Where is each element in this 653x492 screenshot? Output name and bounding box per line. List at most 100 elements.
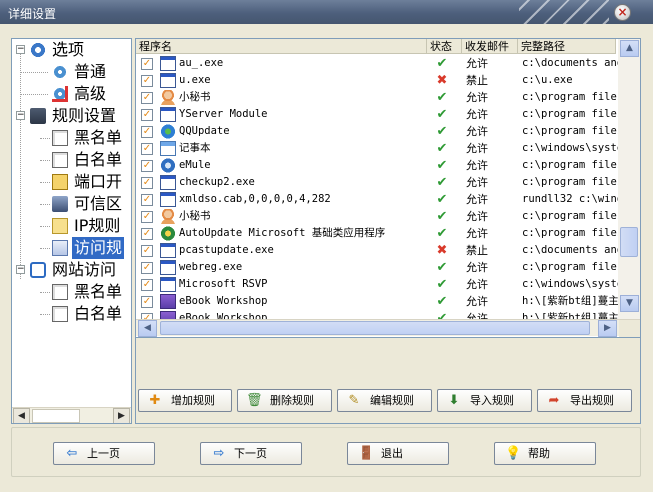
allow-check-icon[interactable]: ✔ xyxy=(435,259,449,276)
enable-checkbox[interactable]: ✓ xyxy=(141,126,153,138)
allow-check-icon[interactable]: ✔ xyxy=(435,140,449,157)
delete-rule-button[interactable]: 🗑 删除规则 xyxy=(237,389,332,412)
mail-permission: 允许 xyxy=(466,125,488,138)
emule-app-icon xyxy=(160,158,176,173)
allow-check-icon[interactable]: ✔ xyxy=(435,157,449,174)
table-row[interactable]: ✓ eBook Workshop ✔ 允许 h:\[紫新bt组]蔓主 xyxy=(136,293,618,310)
enable-checkbox[interactable]: ✓ xyxy=(141,211,153,223)
allow-check-icon[interactable]: ✔ xyxy=(435,106,449,123)
tree-node[interactable]: − 规则设置 xyxy=(12,105,131,127)
table-row[interactable]: ✓ checkup2.exe ✔ 允许 c:\program files xyxy=(136,174,618,191)
help-button[interactable]: 💡 帮助 xyxy=(494,442,596,465)
tree-node[interactable]: 白名单 xyxy=(12,149,131,171)
table-row[interactable]: ✓ au_.exe ✔ 允许 c:\documents and xyxy=(136,55,618,72)
program-name: eMule xyxy=(179,159,211,171)
tree-hscrollbar[interactable]: ◀ ▶ xyxy=(12,407,131,423)
scroll-thumb[interactable] xyxy=(32,409,80,423)
enable-checkbox[interactable]: ✓ xyxy=(141,92,153,104)
enable-checkbox[interactable]: ✓ xyxy=(141,194,153,206)
tree-node[interactable]: 高级 xyxy=(12,83,131,105)
enable-checkbox[interactable]: ✓ xyxy=(141,177,153,189)
close-button[interactable]: × xyxy=(614,4,631,21)
enable-checkbox[interactable]: ✓ xyxy=(141,58,153,70)
edit-rule-button[interactable]: ✎ 编辑规则 xyxy=(337,389,432,412)
tree-node[interactable]: 端口开 xyxy=(12,171,131,193)
enable-checkbox[interactable]: ✓ xyxy=(141,228,153,240)
previous-page-button[interactable]: ⇦ 上一页 xyxy=(53,442,155,465)
table-row[interactable]: ✓ pcastupdate.exe ✖ 禁止 c:\documents and xyxy=(136,242,618,259)
ip-rule-icon xyxy=(52,218,68,234)
column-header-status[interactable]: 状态 xyxy=(427,39,462,54)
allow-check-icon[interactable]: ✔ xyxy=(435,225,449,242)
allow-check-icon[interactable]: ✔ xyxy=(435,123,449,140)
deny-cross-icon[interactable]: ✖ xyxy=(435,242,449,259)
list-vscrollbar[interactable]: ▲ ▼ xyxy=(618,39,640,319)
next-page-button[interactable]: ⇨ 下一页 xyxy=(200,442,302,465)
scroll-down-button[interactable]: ▼ xyxy=(620,295,639,312)
table-row[interactable]: ✓ AutoUpdate Microsoft 基础类应用程序 ✔ 允许 c:\progr… xyxy=(136,225,618,242)
allow-check-icon[interactable]: ✔ xyxy=(435,174,449,191)
allow-check-icon[interactable]: ✔ xyxy=(435,55,449,72)
enable-checkbox[interactable]: ✓ xyxy=(141,75,153,87)
tree-node[interactable]: 可信区 xyxy=(12,193,131,215)
table-row[interactable]: ✓ 小秘书 ✔ 允许 c:\program files xyxy=(136,89,618,106)
enable-checkbox[interactable]: ✓ xyxy=(141,296,153,308)
tree-node-label: 网站访问 xyxy=(52,260,117,279)
tree-node[interactable]: 普通 xyxy=(12,61,131,83)
gear-star-icon xyxy=(52,64,68,80)
deny-cross-icon[interactable]: ✖ xyxy=(435,72,449,89)
allow-check-icon[interactable]: ✔ xyxy=(435,276,449,293)
column-header-path[interactable]: 完整路径 xyxy=(518,39,616,54)
enable-checkbox[interactable]: ✓ xyxy=(141,279,153,291)
collapse-toggle[interactable]: − xyxy=(16,265,25,274)
column-header-mail[interactable]: 收发邮件 xyxy=(462,39,518,54)
scroll-thumb[interactable] xyxy=(160,321,590,335)
collapse-toggle[interactable]: − xyxy=(16,111,25,120)
tree-node[interactable]: 访问规 xyxy=(12,237,131,259)
tree-node[interactable]: IP规则 xyxy=(12,215,131,237)
allow-check-icon[interactable]: ✔ xyxy=(435,89,449,106)
tree-node[interactable]: 黑名单 xyxy=(12,127,131,149)
table-row[interactable]: ✓ xmldso.cab,0,0,0,0,4,282 ✔ 允许 rundll32 c:\… xyxy=(136,191,618,208)
scroll-up-button[interactable]: ▲ xyxy=(620,40,639,57)
tree-node[interactable]: 白名单 xyxy=(12,303,131,325)
allow-check-icon[interactable]: ✔ xyxy=(435,191,449,208)
allow-check-icon[interactable]: ✔ xyxy=(435,208,449,225)
collapse-toggle[interactable]: − xyxy=(16,45,25,54)
scroll-right-button[interactable]: ▶ xyxy=(113,408,130,423)
import-rule-button[interactable]: ⬇ 导入规则 xyxy=(437,389,532,412)
enable-checkbox[interactable]: ✓ xyxy=(141,109,153,121)
tree-node[interactable]: 黑名单 xyxy=(12,281,131,303)
enable-checkbox[interactable]: ✓ xyxy=(141,262,153,274)
tree-node[interactable]: − 网站访问 xyxy=(12,259,131,281)
settings-tree[interactable]: − 选项 普通 高级 − 规则设置 黑名单 白名单 端口开 可信区 IP规则 访问规 − 网站访问 黑名单白… xyxy=(11,38,132,424)
tree-node-label: 白名单 xyxy=(74,304,123,323)
scroll-left-button[interactable]: ◀ xyxy=(13,408,30,423)
list-rows: ✓ au_.exe ✔ 允许 c:\documents and ✓ u.exe ✖ 禁止 c:\u… xyxy=(136,55,618,321)
table-row[interactable]: ✓ 记事本 ✔ 允许 c:\windows\syste xyxy=(136,140,618,157)
tree-node-label: 普通 xyxy=(74,62,107,81)
export-rule-button[interactable]: ➦ 导出规则 xyxy=(537,389,632,412)
tree-node[interactable]: − 选项 xyxy=(12,39,131,61)
rules-list[interactable]: 程序名 状态 收发邮件 完整路径 ✓ au_.exe ✔ 允许 c:\documents… xyxy=(135,38,641,338)
enable-checkbox[interactable]: ✓ xyxy=(141,143,153,155)
exit-button[interactable]: 🚪 退出 xyxy=(347,442,449,465)
title-bar[interactable]: 详细设置 × xyxy=(0,0,653,24)
allow-check-icon[interactable]: ✔ xyxy=(435,293,449,310)
table-row[interactable]: ✓ 小秘书 ✔ 允许 c:\program files xyxy=(136,208,618,225)
table-row[interactable]: ✓ u.exe ✖ 禁止 c:\u.exe xyxy=(136,72,618,89)
table-row[interactable]: ✓ eMule ✔ 允许 c:\program files xyxy=(136,157,618,174)
table-row[interactable]: ✓ QQUpdate ✔ 允许 c:\program files xyxy=(136,123,618,140)
scroll-right-button[interactable]: ▶ xyxy=(598,320,617,337)
scroll-thumb[interactable] xyxy=(620,227,638,257)
table-row[interactable]: ✓ YServer Module ✔ 允许 c:\program files xyxy=(136,106,618,123)
full-path: c:\program files xyxy=(522,261,618,273)
column-header-program[interactable]: 程序名 xyxy=(136,39,427,54)
table-row[interactable]: ✓ webreg.exe ✔ 允许 c:\program files xyxy=(136,259,618,276)
scroll-left-button[interactable]: ◀ xyxy=(138,320,157,337)
add-rule-button[interactable]: ✚ 增加规则 xyxy=(138,389,232,412)
enable-checkbox[interactable]: ✓ xyxy=(141,245,153,257)
enable-checkbox[interactable]: ✓ xyxy=(141,160,153,172)
list-hscrollbar[interactable]: ◀ ▶ xyxy=(136,319,640,337)
table-row[interactable]: ✓ Microsoft RSVP ✔ 允许 c:\windows\syste xyxy=(136,276,618,293)
